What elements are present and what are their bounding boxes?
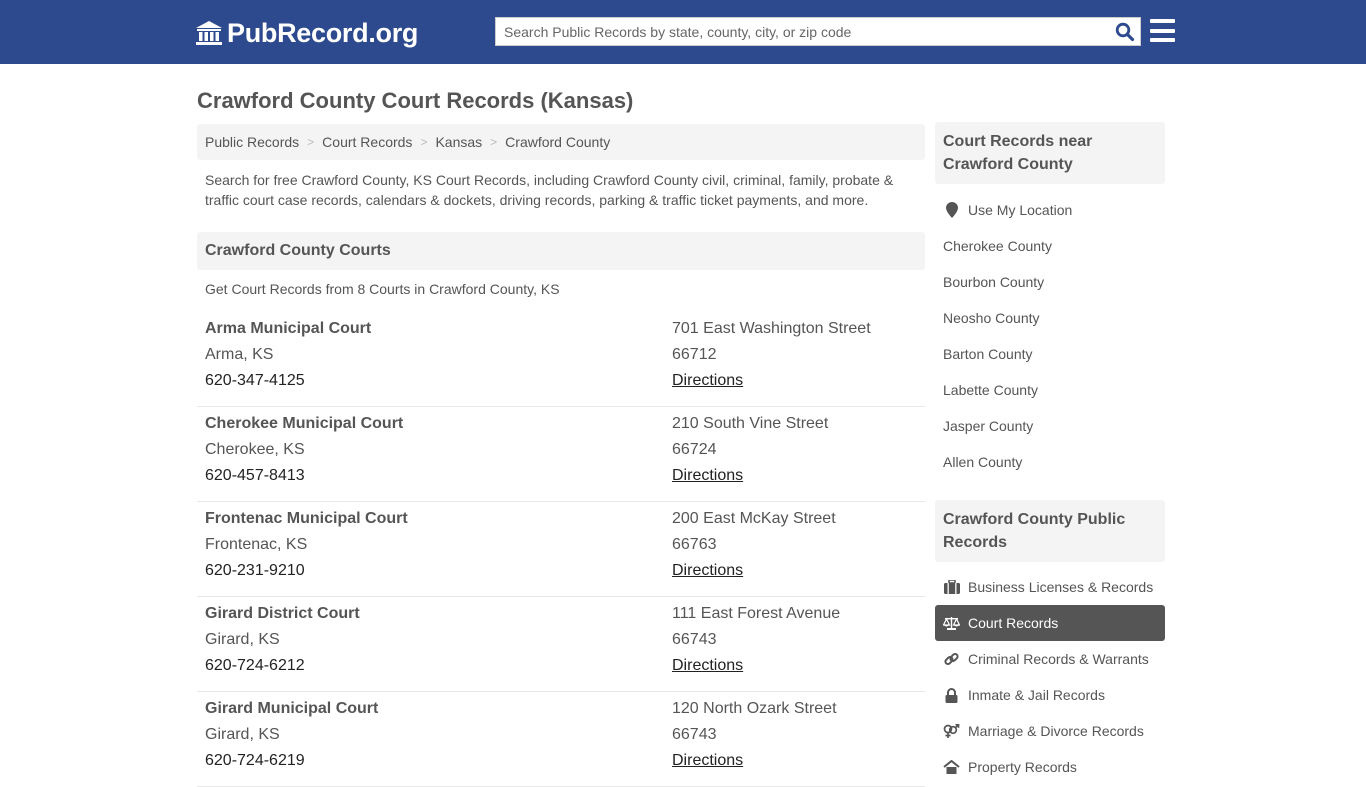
sidebar-item-business-licenses[interactable]: Business Licenses & Records <box>935 569 1165 605</box>
court-name[interactable]: Arma Municipal Court <box>205 320 371 346</box>
lock-icon <box>943 687 960 703</box>
nearby-county-link[interactable]: Jasper County <box>935 408 1165 444</box>
page-title: Crawford County Court Records (Kansas) <box>197 88 634 113</box>
court-item: Arma Municipal Court Arma, KS 620-347-41… <box>197 312 925 407</box>
sidebar-item-label: Inmate & Jail Records <box>968 687 1105 703</box>
breadcrumb-crawford-county[interactable]: Crawford County <box>505 134 610 150</box>
public-records-heading: Crawford County Public Records <box>935 500 1165 562</box>
sidebar-item-property-records[interactable]: Property Records <box>935 749 1165 785</box>
search-icon <box>1115 22 1135 41</box>
menu-bar <box>1150 19 1175 23</box>
court-zip: 66724 <box>672 441 717 458</box>
court-address: 111 East Forest Avenue <box>672 605 841 622</box>
breadcrumb: Public Records > Court Records > Kansas … <box>197 124 925 160</box>
court-zip: 66712 <box>672 346 717 363</box>
court-name[interactable]: Cherokee Municipal Court <box>205 415 403 441</box>
court-phone[interactable]: 620-347-4125 <box>205 372 371 398</box>
sidebar-item-label: Criminal Records & Warrants <box>968 651 1149 667</box>
sidebar-item-label: Marriage & Divorce Records <box>968 723 1144 739</box>
use-my-location-button[interactable]: Use My Location <box>935 192 1165 228</box>
use-my-location-label: Use My Location <box>968 202 1073 218</box>
search-input[interactable] <box>496 18 1110 45</box>
hamburger-menu-button[interactable] <box>1150 19 1175 42</box>
directions-link[interactable]: Directions <box>672 657 840 683</box>
court-city: Frontenac, KS <box>205 536 308 553</box>
home-icon <box>943 759 960 775</box>
scale-icon <box>943 615 960 631</box>
sidebar-item-label: Property Records <box>968 759 1077 775</box>
nearby-county-link[interactable]: Neosho County <box>935 300 1165 336</box>
gender-icon <box>943 723 960 739</box>
directions-link[interactable]: Directions <box>672 467 828 493</box>
nearby-heading: Court Records near Crawford County <box>935 122 1165 184</box>
bank-building-icon <box>195 20 223 46</box>
sidebar-item-label: Court Records <box>968 615 1059 631</box>
court-city: Arma, KS <box>205 346 274 363</box>
nearby-list: Use My Location Cherokee County Bourbon … <box>935 192 1165 480</box>
court-zip: 66743 <box>672 726 717 743</box>
sidebar-item-inmate-records[interactable]: Inmate & Jail Records <box>935 677 1165 713</box>
public-records-list: Business Licenses & Records Court Record… <box>935 569 1165 785</box>
court-city: Girard, KS <box>205 631 280 648</box>
court-zip: 66763 <box>672 536 717 553</box>
court-item: Frontenac Municipal Court Frontenac, KS … <box>197 502 925 597</box>
breadcrumb-separator: > <box>307 135 315 149</box>
court-name[interactable]: Girard Municipal Court <box>205 700 378 726</box>
court-address: 120 North Ozark Street <box>672 700 837 717</box>
menu-bar <box>1150 28 1175 33</box>
breadcrumb-separator: > <box>420 135 428 149</box>
breadcrumb-court-records[interactable]: Court Records <box>322 134 412 150</box>
court-item: Girard Municipal Court Girard, KS 620-72… <box>197 692 925 787</box>
directions-link[interactable]: Directions <box>672 372 871 398</box>
court-item: Cherokee Municipal Court Cherokee, KS 62… <box>197 407 925 502</box>
court-zip: 66743 <box>672 631 717 648</box>
breadcrumb-public-records[interactable]: Public Records <box>205 134 299 150</box>
court-phone[interactable]: 620-457-8413 <box>205 467 403 493</box>
court-phone[interactable]: 620-724-6219 <box>205 752 378 778</box>
search-button[interactable] <box>1110 18 1140 45</box>
sidebar-item-court-records[interactable]: Court Records <box>935 605 1165 641</box>
court-phone[interactable]: 620-231-9210 <box>205 562 408 588</box>
directions-link[interactable]: Directions <box>672 562 836 588</box>
court-list: Arma Municipal Court Arma, KS 620-347-41… <box>197 312 925 787</box>
court-address: 701 East Washington Street <box>672 320 871 337</box>
nearby-county-link[interactable]: Allen County <box>935 444 1165 480</box>
court-address: 210 South Vine Street <box>672 415 829 432</box>
court-city: Cherokee, KS <box>205 441 305 458</box>
menu-bar <box>1150 38 1175 42</box>
sidebar-item-label: Business Licenses & Records <box>968 579 1154 595</box>
court-name[interactable]: Frontenac Municipal Court <box>205 510 408 536</box>
court-city: Girard, KS <box>205 726 280 743</box>
search-bar <box>495 17 1141 46</box>
section-subtitle: Get Court Records from 8 Courts in Crawf… <box>205 281 560 297</box>
logo-text: PubRecord.org <box>227 17 419 48</box>
sidebar-item-criminal-records[interactable]: Criminal Records & Warrants <box>935 641 1165 677</box>
court-phone[interactable]: 620-724-6212 <box>205 657 360 683</box>
nearby-county-link[interactable]: Barton County <box>935 336 1165 372</box>
nearby-county-link[interactable]: Cherokee County <box>935 228 1165 264</box>
link-icon <box>943 651 960 667</box>
court-name[interactable]: Girard District Court <box>205 605 360 631</box>
site-logo[interactable]: PubRecord.org <box>195 17 418 49</box>
intro-text: Search for free Crawford County, KS Cour… <box>205 172 894 208</box>
top-navbar: PubRecord.org <box>0 0 1366 64</box>
breadcrumb-kansas[interactable]: Kansas <box>435 134 482 150</box>
court-address: 200 East McKay Street <box>672 510 836 527</box>
map-marker-icon <box>943 202 960 218</box>
breadcrumb-separator: > <box>490 135 498 149</box>
section-heading: Crawford County Courts <box>197 232 925 270</box>
briefcase-icon <box>943 579 960 595</box>
nearby-county-link[interactable]: Bourbon County <box>935 264 1165 300</box>
nearby-county-link[interactable]: Labette County <box>935 372 1165 408</box>
sidebar-item-marriage-records[interactable]: Marriage & Divorce Records <box>935 713 1165 749</box>
court-item: Girard District Court Girard, KS 620-724… <box>197 597 925 692</box>
directions-link[interactable]: Directions <box>672 752 837 778</box>
